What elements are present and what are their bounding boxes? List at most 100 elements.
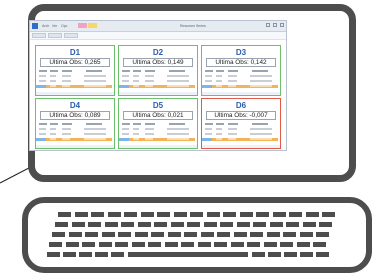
keyboard-key xyxy=(252,252,265,257)
keyboard-key xyxy=(319,222,332,227)
tile-footer xyxy=(119,145,197,148)
minimize-icon[interactable] xyxy=(266,23,270,27)
tile-footer xyxy=(36,145,114,148)
keyboard-key xyxy=(118,232,131,237)
last-observation-box: Ultima Obs: 0,089 xyxy=(40,111,110,120)
tile-table xyxy=(119,70,195,92)
window-title: Resumen Series xyxy=(180,24,206,28)
keyboard-key xyxy=(300,252,313,257)
tile-d1[interactable]: D1 Ultima Obs: 0,265 xyxy=(35,45,115,96)
last-observation-box: Ultima Obs: 0,265 xyxy=(40,58,110,67)
tile-d3[interactable]: D3 Ultima Obs: 0,142 xyxy=(201,45,281,96)
keyboard-key xyxy=(302,222,316,227)
keyboard-key xyxy=(269,222,283,227)
window-titlebar: Arch Ver Opc Resumen Series xyxy=(30,21,286,32)
tile-title: D1 xyxy=(69,48,81,57)
keyboard-key xyxy=(203,222,217,227)
keyboard-key xyxy=(316,252,329,257)
keyboard-key xyxy=(164,242,178,247)
tile-d5[interactable]: D5 Ultima Obs: 0,021 xyxy=(118,98,198,149)
keyboard-key xyxy=(107,212,121,217)
keyboard-key xyxy=(313,242,326,247)
keyboard-key xyxy=(115,242,128,247)
keyboard-key xyxy=(272,212,286,217)
maximize-icon[interactable] xyxy=(273,23,277,27)
keyboard-key xyxy=(223,212,236,217)
menu-item-2[interactable]: Ver xyxy=(52,23,57,29)
keyboard-key xyxy=(230,242,244,247)
keyboard-key xyxy=(101,232,115,237)
tile-footer xyxy=(202,145,280,148)
keyboard-key xyxy=(71,222,85,227)
keyboard-key xyxy=(121,222,134,227)
keyboard-key xyxy=(137,222,151,227)
tile-table xyxy=(202,123,278,145)
last-observation-label: Ultima Obs: xyxy=(132,112,166,119)
last-observation-value: -0,007 xyxy=(249,112,268,119)
tile-title: D6 xyxy=(235,101,247,110)
keyboard-key xyxy=(239,212,253,217)
keyboard-key xyxy=(140,212,154,217)
menu-item-1[interactable]: Arch xyxy=(42,23,49,29)
tile-table xyxy=(202,70,278,92)
keyboard-key xyxy=(95,252,108,257)
toolbar-button-2[interactable] xyxy=(48,33,62,38)
last-observation-box: Ultima Obs: 0,142 xyxy=(206,58,276,67)
keyboard-key xyxy=(187,222,200,227)
keyboard-key xyxy=(280,242,293,247)
keyboard-key xyxy=(134,232,148,237)
keyboard-key xyxy=(88,222,101,227)
keyboard-key xyxy=(284,252,297,257)
last-observation-box: Ultima Obs: 0,149 xyxy=(123,58,193,67)
tile-table xyxy=(119,123,195,145)
keyboard-key xyxy=(124,212,137,217)
keyboard-key xyxy=(268,252,281,257)
keyboard-key xyxy=(167,232,181,237)
keyboard-key xyxy=(74,212,88,217)
toolbar-button-3[interactable] xyxy=(64,33,78,38)
tile-d2[interactable]: D2 Ultima Obs: 0,149 xyxy=(118,45,198,96)
toolbar-button-1[interactable] xyxy=(32,33,46,38)
keyboard-key xyxy=(131,242,145,247)
keyboard-key xyxy=(104,222,118,227)
keyboard-key xyxy=(263,242,277,247)
keyboard-key xyxy=(206,212,220,217)
keyboard-key xyxy=(91,212,104,217)
spacebar-key xyxy=(128,252,248,257)
keyboard-key xyxy=(217,232,230,237)
keyboard-key xyxy=(68,232,82,237)
keyboard-key xyxy=(157,212,170,217)
keyboard-key xyxy=(289,212,302,217)
tile-title: D5 xyxy=(152,101,164,110)
keyboard-key xyxy=(305,212,319,217)
keyboard-key xyxy=(250,232,263,237)
close-icon[interactable] xyxy=(280,23,284,27)
last-observation-value: 0,149 xyxy=(167,59,184,66)
keyboard-key xyxy=(220,222,233,227)
tile-table xyxy=(36,123,112,145)
keyboard-key xyxy=(47,252,60,257)
keyboard-key xyxy=(236,222,250,227)
tab-highlight-pink[interactable] xyxy=(78,23,87,28)
keyboard-key xyxy=(148,242,161,247)
keyboard-key xyxy=(181,242,194,247)
keyboard-key xyxy=(299,232,313,237)
last-observation-box: Ultima Obs: -0,007 xyxy=(206,111,276,120)
keyboard-key xyxy=(296,242,310,247)
tile-title: D4 xyxy=(69,101,81,110)
keyboard-key xyxy=(98,242,112,247)
menu-item-3[interactable]: Opc xyxy=(61,23,67,29)
last-observation-value: 0,089 xyxy=(84,112,101,119)
keyboard-key xyxy=(52,232,65,237)
keyboard-key xyxy=(214,242,227,247)
tile-d6[interactable]: D6 Ultima Obs: -0,007 xyxy=(201,98,281,149)
tile-d4[interactable]: D4 Ultima Obs: 0,089 xyxy=(35,98,115,149)
keyboard-key xyxy=(200,232,214,237)
keyboard-key xyxy=(322,212,335,217)
tab-highlight-yellow[interactable] xyxy=(88,23,97,28)
tile-footer xyxy=(202,92,280,95)
keyboard-key xyxy=(170,222,184,227)
keyboard-key xyxy=(49,242,62,247)
keyboard-key xyxy=(197,242,211,247)
last-observation-value: 0,021 xyxy=(167,112,184,119)
